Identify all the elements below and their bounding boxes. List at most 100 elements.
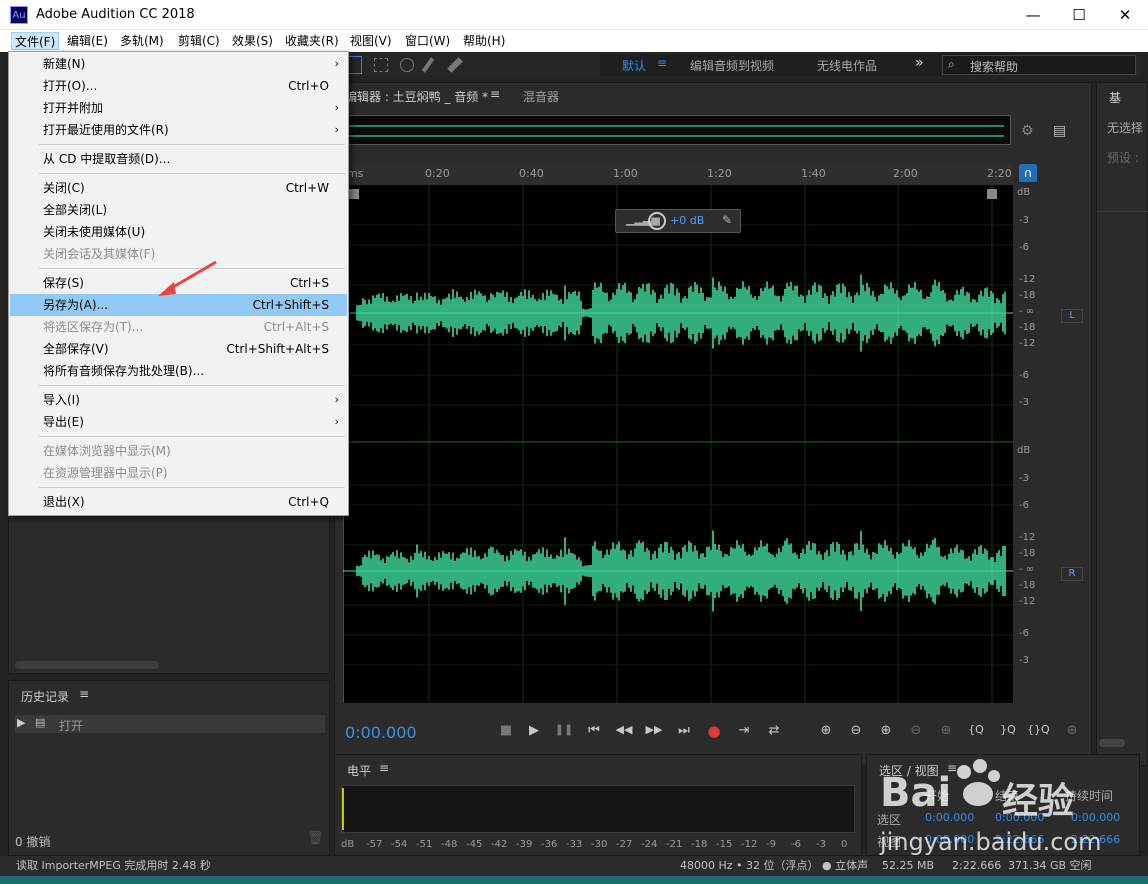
history-item[interactable]: ▶ ▤ 打开 bbox=[15, 715, 325, 733]
submenu-arrow-icon: › bbox=[334, 393, 339, 406]
zoom-navigator-icon[interactable]: ⚙ bbox=[1021, 123, 1034, 139]
waveform-overview[interactable] bbox=[341, 115, 1011, 145]
marquee-tool-icon[interactable] bbox=[374, 58, 388, 72]
menu-favorites[interactable]: 收藏夹(R) bbox=[282, 32, 342, 50]
menu-item-export[interactable]: 导出(E) › bbox=[10, 411, 347, 433]
level-scale-label: dB bbox=[341, 839, 355, 850]
menu-help[interactable]: 帮助(H) bbox=[460, 32, 508, 50]
waveform-graph[interactable] bbox=[343, 185, 1013, 703]
menu-item-close[interactable]: 关闭(C) Ctrl+W bbox=[10, 177, 347, 199]
go-to-start-button[interactable]: ⏮ bbox=[583, 723, 605, 738]
healing-brush-icon[interactable] bbox=[447, 57, 463, 73]
menu-item-shortcut: Ctrl+Shift+Alt+S bbox=[226, 342, 329, 356]
channel-r-button[interactable]: R bbox=[1061, 567, 1083, 581]
menu-window[interactable]: 窗口(W) bbox=[402, 32, 453, 50]
stop-button[interactable]: ■ bbox=[495, 723, 517, 738]
watermark-url: jingyan.baidu.com bbox=[880, 828, 1102, 856]
workspace-menu-icon[interactable]: ≡ bbox=[657, 56, 667, 70]
files-scrollbar[interactable] bbox=[15, 661, 159, 669]
search-help-input[interactable]: 搜索帮助 bbox=[970, 58, 1018, 75]
ruler-tick: 1:40 bbox=[801, 167, 826, 180]
snap-magnet-icon[interactable]: ∩ bbox=[1019, 164, 1037, 182]
zoom-controls: ⊕ ⊖ ⊕ ⊖ ⊕ {Q }Q {}Q ⊕ bbox=[815, 723, 1085, 745]
zoom-reset-icon[interactable]: ⊕ bbox=[1061, 723, 1083, 738]
menu-edit[interactable]: 编辑(E) bbox=[64, 32, 111, 50]
db-label: -6 bbox=[1019, 500, 1029, 511]
skip-selection-button[interactable]: ⇄ bbox=[763, 723, 785, 738]
tab-editor[interactable]: 编辑器 : 土豆焖鸭 _ 音频 * bbox=[345, 88, 488, 105]
lasso-tool-icon[interactable] bbox=[400, 58, 414, 72]
record-button[interactable]: ● bbox=[703, 722, 725, 740]
channel-l-button[interactable]: L bbox=[1061, 309, 1083, 323]
menu-view[interactable]: 视图(V) bbox=[347, 32, 395, 50]
zoom-selection-start-icon[interactable]: {Q bbox=[965, 723, 987, 736]
list-view-icon[interactable]: ▤ bbox=[1053, 123, 1066, 139]
menu-item-show-media-browser[interactable]: 在媒体浏览器中显示(M) bbox=[10, 440, 347, 462]
menu-item-extract-cd[interactable]: 从 CD 中提取音频(D)... bbox=[10, 148, 347, 170]
ruler-unit: ms bbox=[347, 167, 364, 180]
go-to-end-button[interactable]: ⏭ bbox=[673, 723, 695, 738]
loop-button[interactable]: ⇥ bbox=[733, 723, 755, 738]
right-scrollbar[interactable] bbox=[1099, 739, 1125, 747]
zoom-selection-icon[interactable]: {}Q bbox=[1027, 723, 1050, 736]
workspace-radio[interactable]: 无线电作品 bbox=[817, 57, 877, 74]
db-scale-right: dB -3 -6 -12 -18 - ∞ -18 -12 -6 -3 R bbox=[1015, 445, 1083, 703]
trash-icon[interactable]: 🗑 bbox=[307, 831, 324, 846]
history-menu-icon[interactable]: ≡ bbox=[79, 687, 89, 701]
zoom-out-time-icon[interactable]: ⊖ bbox=[905, 723, 927, 738]
tab-editor-menu-icon[interactable]: ≡ bbox=[490, 87, 500, 101]
selection-duration[interactable]: 0:00.000 bbox=[1071, 811, 1120, 824]
workspace-default[interactable]: 默认 bbox=[622, 57, 646, 74]
level-scale-label: -9 bbox=[766, 839, 776, 850]
zoom-in-time-icon[interactable]: ⊕ bbox=[875, 723, 897, 738]
rewind-button[interactable]: ◀◀ bbox=[613, 723, 635, 736]
minimize-button[interactable]: — bbox=[1010, 0, 1056, 30]
menu-item-new[interactable]: 新建(N) › bbox=[10, 53, 347, 75]
menu-item-show-explorer[interactable]: 在资源管理器中显示(P) bbox=[10, 462, 347, 484]
waveform-canvas[interactable]: ▁▂▃▅ +0 dB ✎ bbox=[343, 185, 1013, 703]
menu-item-close-unused[interactable]: 关闭未使用媒体(U) bbox=[10, 221, 347, 243]
menu-multitrack[interactable]: 多轨(M) bbox=[117, 32, 167, 50]
menu-effects[interactable]: 效果(S) bbox=[229, 32, 276, 50]
menu-item-open[interactable]: 打开(O)... Ctrl+O bbox=[10, 75, 347, 97]
brush-tool-icon[interactable] bbox=[421, 57, 435, 73]
zoom-selection-end-icon[interactable]: }Q bbox=[997, 723, 1019, 736]
menu-separator bbox=[39, 436, 345, 437]
fast-forward-button[interactable]: ▶▶ bbox=[643, 723, 665, 736]
menu-item-exit[interactable]: 退出(X) Ctrl+Q bbox=[10, 491, 347, 513]
level-panel: 电平 ≡ dB -57 -54 -51 -48 -45 -42 -39 -36 -33 -30 -27… bbox=[334, 754, 862, 856]
menu-clip[interactable]: 剪辑(C) bbox=[175, 32, 223, 50]
close-button[interactable]: ✕ bbox=[1102, 0, 1148, 30]
pin-icon[interactable]: ✎ bbox=[722, 213, 732, 227]
menu-item-save-all[interactable]: 全部保存(V) Ctrl+Shift+Alt+S bbox=[10, 338, 347, 360]
tab-mixer[interactable]: 混音器 bbox=[523, 88, 559, 105]
workspace-more-icon[interactable]: » bbox=[915, 55, 924, 71]
zoom-full-icon[interactable]: ⊕ bbox=[935, 723, 957, 738]
level-scale-label: -48 bbox=[441, 839, 458, 850]
paw-logo-icon bbox=[950, 758, 1004, 812]
menu-item-save-batch[interactable]: 将所有音频保存为批处理(B)... bbox=[10, 360, 347, 382]
menu-item-import[interactable]: 导入(I) › bbox=[10, 389, 347, 411]
pause-button[interactable]: ❚❚ bbox=[553, 723, 575, 736]
maximize-button[interactable]: ☐ bbox=[1056, 0, 1102, 30]
time-ruler[interactable]: ms 0:20 0:40 1:00 1:20 1:40 2:00 2:20 bbox=[343, 163, 1013, 185]
zoom-out-amplitude-icon[interactable]: ⊖ bbox=[845, 723, 867, 738]
menu-item-open-append[interactable]: 打开并附加 › bbox=[10, 97, 347, 119]
history-title: 历史记录 bbox=[21, 690, 70, 704]
hud-gain[interactable]: ▁▂▃▅ +0 dB ✎ bbox=[615, 209, 741, 233]
play-indicator-icon: ▶ bbox=[17, 716, 26, 729]
current-time-display[interactable]: 0:00.000 bbox=[345, 723, 417, 742]
gain-knob-icon[interactable] bbox=[648, 212, 666, 230]
menu-item-open-recent[interactable]: 打开最近使用的文件(R) › bbox=[10, 119, 347, 141]
menu-file[interactable]: 文件(F) bbox=[11, 32, 60, 50]
menu-item-save-selection[interactable]: 将选区保存为(T)... Ctrl+Alt+S bbox=[10, 316, 347, 338]
menu-item-close-all[interactable]: 全部关闭(L) bbox=[10, 199, 347, 221]
zoom-in-amplitude-icon[interactable]: ⊕ bbox=[815, 723, 837, 738]
workspace-video[interactable]: 编辑音频到视频 bbox=[690, 57, 774, 74]
play-button[interactable]: ▶ bbox=[523, 723, 545, 738]
tab-essential[interactable]: 基 bbox=[1109, 89, 1121, 106]
search-help-field[interactable]: ⌕ 搜索帮助 bbox=[942, 55, 1136, 75]
time-selection-tool-icon[interactable] bbox=[348, 56, 362, 74]
watermark-brand2: 经验 bbox=[1002, 781, 1075, 822]
level-menu-icon[interactable]: ≡ bbox=[379, 761, 389, 775]
